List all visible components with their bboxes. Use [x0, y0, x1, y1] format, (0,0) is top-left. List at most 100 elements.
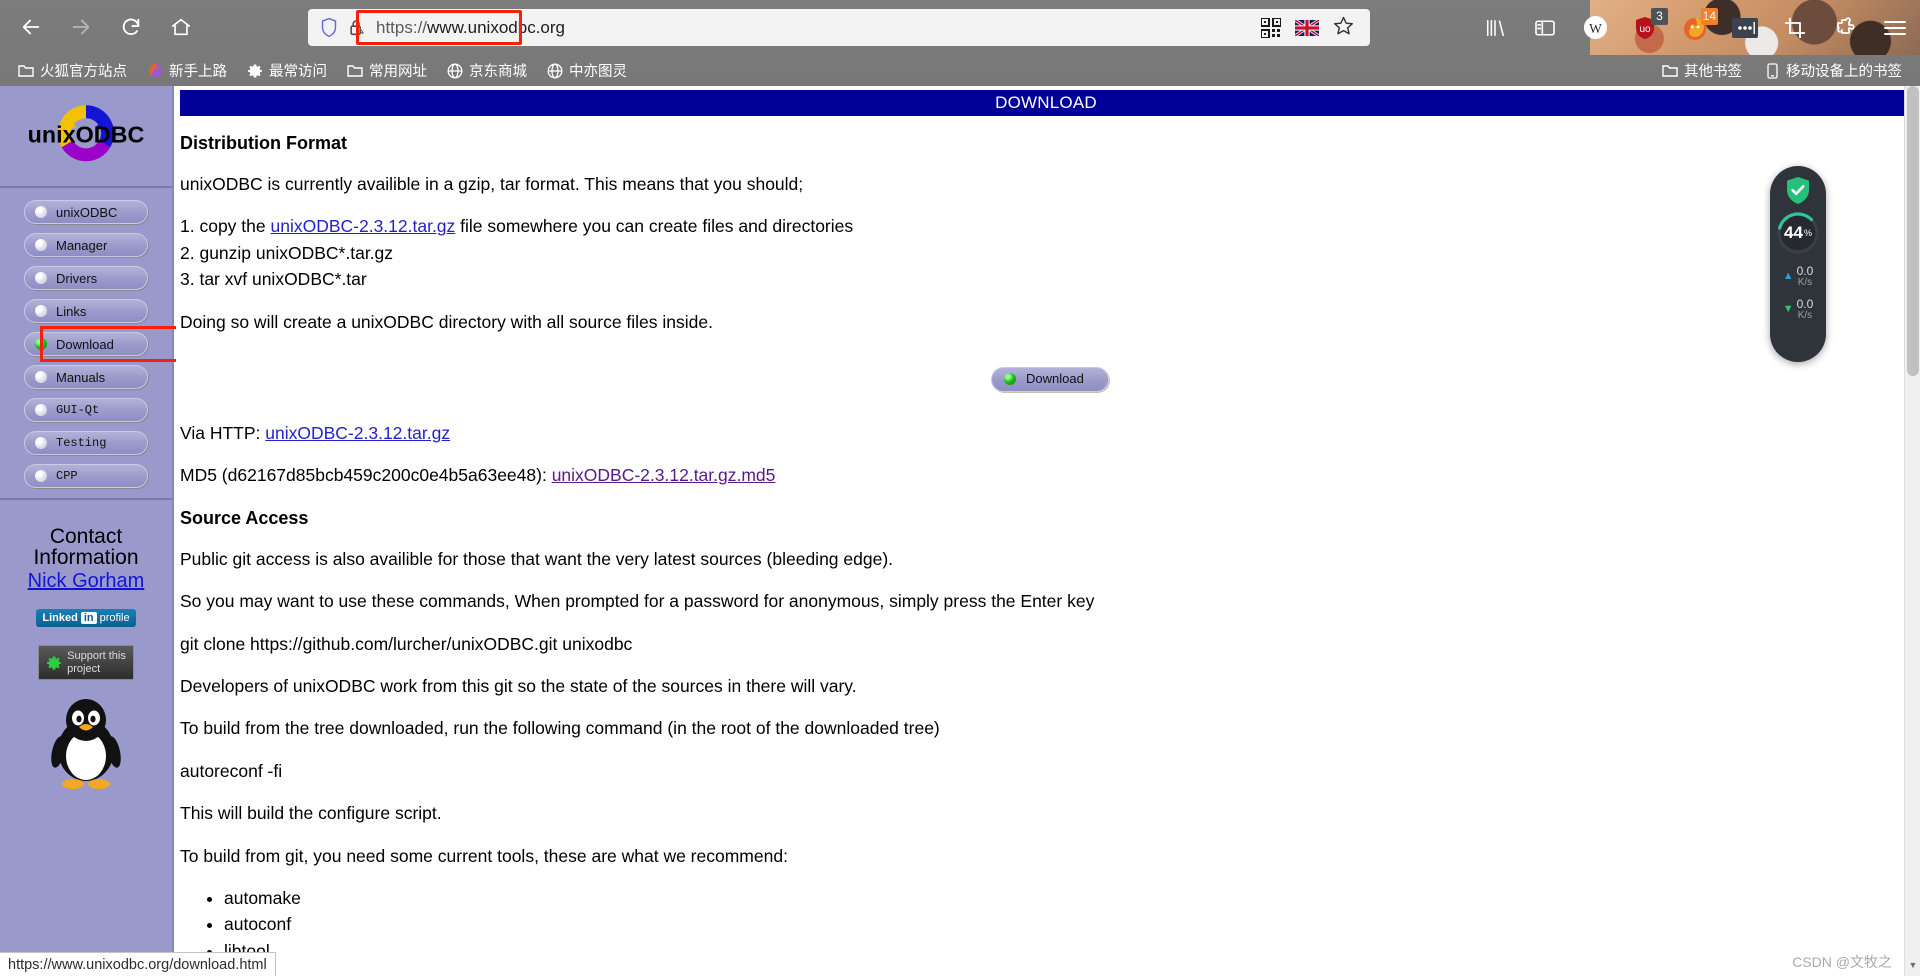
upload-speed-unit: K/s: [1797, 276, 1813, 288]
home-button[interactable]: [162, 8, 200, 46]
firefox-account-icon[interactable]: 14: [1680, 7, 1718, 43]
support-project-badge[interactable]: Support this project: [38, 645, 134, 681]
library-icon[interactable]: [1480, 13, 1510, 43]
network-speed-widget[interactable]: 44% ▲ 0.0 K/s ▼ 0.0 K/s: [1770, 166, 1826, 362]
bookmark-item-zuichangfangwen[interactable]: 最常访问: [239, 58, 335, 84]
sidebar-item-label: Download: [56, 336, 114, 352]
linkedin-profile-badge[interactable]: Linked in profile: [36, 609, 136, 627]
scrollbar-thumb[interactable]: [1907, 86, 1919, 376]
uk-flag-icon[interactable]: [1294, 18, 1320, 37]
app-menu-icon[interactable]: [1880, 13, 1910, 43]
globe-icon: [547, 63, 563, 79]
bookmark-label: 京东商城: [469, 64, 527, 80]
url-bar[interactable]: https://www.unixodbc.org: [308, 9, 1370, 46]
bookmark-item-other-bookmarks[interactable]: 其他书签: [1654, 58, 1750, 84]
contact-heading-line2: Information: [33, 546, 139, 569]
linkedin-in-icon: in: [80, 612, 97, 624]
bookmark-label: 新手上路: [169, 64, 227, 80]
navigation-toolbar: https://www.unixodbc.org W uo 3 14: [0, 0, 1920, 55]
step-1-suffix: file somewhere you can create files and …: [455, 216, 854, 237]
sidebar-item-download[interactable]: Download: [24, 332, 148, 356]
tracking-protection-shield-icon[interactable]: [314, 17, 344, 38]
download-button[interactable]: Download: [991, 366, 1109, 392]
bookmark-label: 中亦图灵: [569, 64, 627, 80]
md5-line: MD5 (d62167d85bcb459c200c0e4b5a63ee48): …: [180, 464, 1920, 486]
url-host: www.unixodbc.org: [427, 17, 565, 37]
sidebar-item-manuals[interactable]: Manuals: [24, 365, 148, 389]
linkedin-profile-text: profile: [99, 612, 130, 624]
bullet-icon-active: [1004, 373, 1016, 386]
adblock-shield-icon[interactable]: uo 3: [1630, 7, 1668, 43]
back-button[interactable]: [12, 8, 50, 46]
sidebar-item-manager[interactable]: Manager: [24, 233, 148, 257]
upload-speed-values: 0.0 K/s: [1797, 265, 1814, 288]
globe-icon: [447, 63, 463, 79]
tarball-link-step1[interactable]: unixODBC-2.3.12.tar.gz: [270, 216, 455, 236]
sidebar-item-label: CPP: [56, 469, 78, 483]
tux-penguin-icon: [0, 694, 172, 795]
bullet-icon: [35, 272, 47, 284]
page-body: Distribution Format unixODBC is currentl…: [176, 116, 1920, 976]
md5-link[interactable]: unixODBC-2.3.12.tar.gz.md5: [552, 465, 776, 485]
md5-label: MD5 (d62167d85bcb459c200c0e4b5a63ee48):: [180, 465, 552, 486]
sidebar-item-gui-qt[interactable]: GUI-Qt: [24, 398, 148, 422]
gear-icon: [46, 655, 62, 671]
bookmark-item-xinshou[interactable]: 新手上路: [139, 58, 235, 84]
sidebar-item-label: Manuals: [56, 369, 106, 385]
insecure-lock-warning-icon[interactable]: [344, 18, 370, 38]
bullet-icon: [35, 404, 47, 416]
sidebar-icon[interactable]: [1530, 13, 1560, 43]
cpu-percent-ring: 44%: [1776, 211, 1820, 255]
via-http-link[interactable]: unixODBC-2.3.12.tar.gz: [265, 423, 450, 443]
bookmark-item-jingdong[interactable]: 京东商城: [439, 58, 535, 84]
unixodbc-logo[interactable]: unixODBC: [0, 86, 172, 186]
bullet-icon: [35, 206, 47, 218]
sidebar-item-label: Manager: [56, 237, 108, 253]
bookmark-item-huohu[interactable]: 火狐官方站点: [10, 58, 135, 84]
page-scrollbar[interactable]: ▲ ▼: [1904, 86, 1920, 976]
sidebar-item-links[interactable]: Links: [24, 299, 148, 323]
download-speed-unit: K/s: [1797, 309, 1813, 321]
sidebar-item-label: unixODBC: [56, 204, 118, 220]
url-text[interactable]: https://www.unixodbc.org: [376, 18, 565, 38]
step-1: 1. copy the unixODBC-2.3.12.tar.gz file …: [180, 215, 1920, 237]
qr-code-icon[interactable]: [1260, 16, 1282, 39]
shield-check-icon[interactable]: [1785, 176, 1811, 205]
upload-arrow-icon: ▲: [1782, 270, 1794, 283]
step-3: 3. tar xvf unixODBC*.tar: [180, 269, 367, 290]
download-button-row: Download: [180, 366, 1920, 392]
linkedin-brand-text: Linked: [42, 612, 78, 624]
paragraph-configure: This will build the configure script.: [180, 803, 442, 824]
folder-icon: [347, 63, 363, 79]
support-badge-text: Support this project: [67, 650, 126, 675]
bookmark-item-mobile-bookmarks[interactable]: 移动设备上的书签: [1756, 58, 1910, 84]
sidebar-item-cpp[interactable]: CPP: [24, 464, 148, 488]
sidebar-item-wrap-cpp: CPP: [24, 464, 148, 488]
site-sidebar: unixODBC unixODBC Manager Drivers Links …: [0, 86, 182, 976]
sidebar-item-unixodbc[interactable]: unixODBC: [24, 200, 148, 224]
percent-unit: %: [1803, 228, 1812, 238]
bookmark-star-icon[interactable]: [1333, 15, 1354, 41]
bookmark-item-changyongwangzhi[interactable]: 常用网址: [339, 58, 435, 84]
extensions-puzzle-icon[interactable]: [1830, 13, 1860, 43]
sidebar-item-testing[interactable]: Testing: [24, 431, 148, 455]
contact-person-link[interactable]: Nick Gorham: [0, 570, 172, 593]
forward-button[interactable]: [62, 8, 100, 46]
scroll-down-arrow[interactable]: ▼: [1905, 960, 1920, 976]
bookmark-item-zhongyituling[interactable]: 中亦图灵: [539, 58, 635, 84]
download-speed: ▼ 0.0 K/s: [1783, 298, 1814, 321]
dark-reader-icon[interactable]: [1730, 13, 1760, 43]
reload-button[interactable]: [112, 8, 150, 46]
sidebar-item-drivers[interactable]: Drivers: [24, 266, 148, 290]
page-content: DOWNLOAD Distribution Format unixODBC is…: [176, 86, 1920, 976]
upload-speed-value: 0.0: [1796, 264, 1814, 278]
paragraph-build-tree: To build from the tree downloaded, run t…: [180, 718, 940, 739]
paragraph-after-steps: Doing so will create a unixODBC director…: [180, 311, 713, 332]
page-viewport: unixODBC unixODBC Manager Drivers Links …: [0, 86, 1920, 976]
bookmark-label: 火狐官方站点: [40, 64, 127, 80]
sidebar-item-wrap-unixodbc: unixODBC: [24, 200, 148, 224]
sidebar-item-wrap-links: Links: [24, 299, 148, 323]
svg-text:unixODBC: unixODBC: [28, 122, 145, 148]
screenshot-crop-icon[interactable]: [1780, 13, 1810, 43]
wikipedia-extension-icon[interactable]: W: [1580, 13, 1610, 43]
